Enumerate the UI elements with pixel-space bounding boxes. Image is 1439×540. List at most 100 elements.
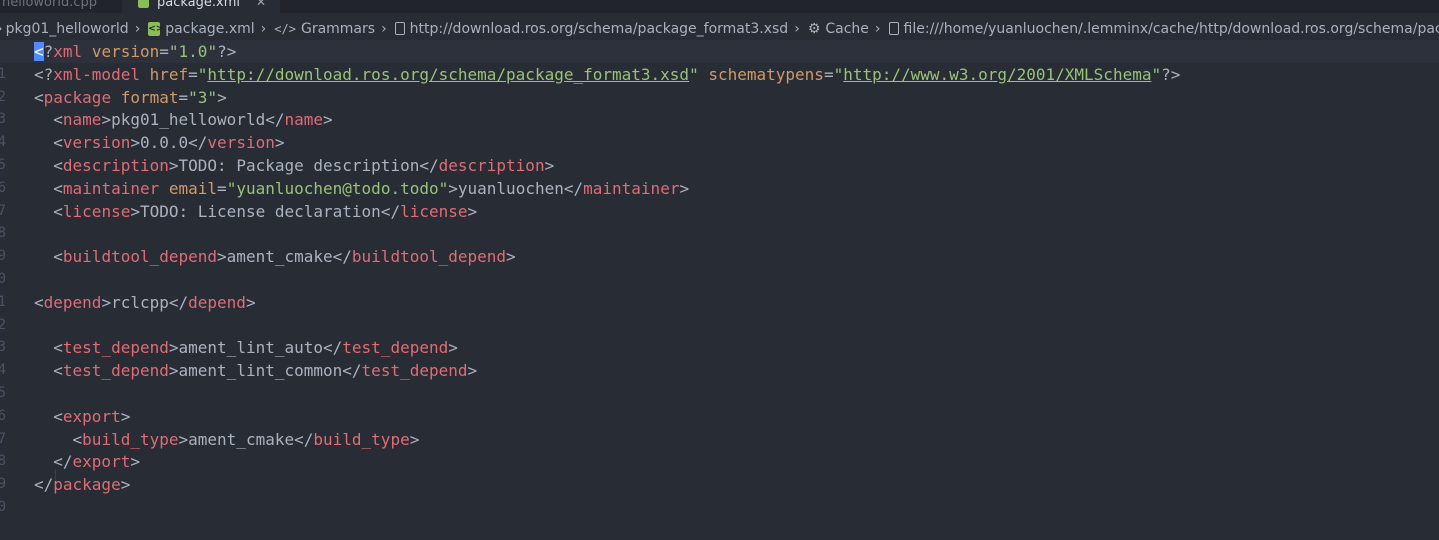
line-number: 4 [0, 362, 6, 379]
code-token: ?> [1161, 64, 1181, 84]
tab-helloworld-cpp[interactable]: helloworld.cpp [0, 0, 122, 13]
code-token: 0.0.0 [139, 133, 189, 153]
xml-file-icon: <> [148, 21, 164, 36]
chevron-right-icon: › [0, 21, 3, 37]
code-token: = [217, 178, 227, 198]
code-token: version [91, 42, 160, 61]
line-content: <buildtool_depend>ament_cmake</buildtool… [34, 245, 515, 268]
breadcrumb-item-cache[interactable]: ⚙ Cache [808, 21, 869, 37]
line-number: 8 [0, 225, 6, 242]
code-line[interactable]: 7 <build_type>ament_cmake</build_type> [0, 428, 1439, 451]
code-token: < [34, 361, 63, 381]
code-token: > [467, 361, 478, 381]
code-token: ament_lint_common [178, 361, 343, 381]
code-line[interactable]: 2 [0, 314, 1439, 337]
code-line[interactable]: 0 [0, 268, 1439, 291]
close-icon[interactable]: ✕ [256, 0, 266, 13]
code-token: buildtool_depend [62, 247, 218, 267]
breadcrumb-item-schema-url[interactable]: http://download.ros.org/schema/package_f… [394, 21, 788, 37]
tab-bar: helloworld.cpp package.xml ✕ [0, 0, 1439, 13]
line-content: <maintainer email="yuanluochen@todo.todo… [34, 177, 689, 200]
code-token: > [448, 178, 458, 198]
code-token: schematypens [708, 64, 824, 84]
code-token: = [188, 64, 198, 84]
code-token: </ [380, 201, 401, 221]
code-token: xml-model [53, 64, 140, 84]
line-number: 2 [0, 88, 6, 105]
line-number: 1 [0, 65, 6, 82]
code-line[interactable]: <?xml version="1.0"?> [0, 40, 1439, 63]
tab-label: helloworld.cpp [2, 0, 97, 10]
code-token: http://www.w3.org/2001/XMLSchema [843, 64, 1152, 84]
breadcrumb-item-cache-file[interactable]: file:///home/yuanluochen/.lemminx/cache/… [888, 20, 1439, 37]
breadcrumb-item-folder[interactable]: pkg01_helloworld [6, 21, 129, 37]
code-token: description [438, 156, 545, 175]
breadcrumb-label: file:///home/yuanluochen/.lemminx/cache/… [903, 20, 1439, 37]
code-token: <? [34, 64, 54, 84]
code-token: < [34, 338, 63, 358]
code-line[interactable]: 3 <test_depend>ament_lint_auto</test_dep… [0, 336, 1439, 359]
code-line[interactable]: 9 <buildtool_depend>ament_cmake</buildto… [0, 245, 1439, 268]
chevron-right-icon: › [874, 20, 881, 37]
code-line[interactable]: 8 [0, 222, 1439, 245]
line-content: <package format="3"> [34, 86, 227, 109]
code-token: < [34, 406, 63, 426]
breadcrumb-item-file[interactable]: <> package.xml [148, 20, 255, 37]
code-line[interactable]: 2 <package format="3"> [0, 86, 1439, 109]
code-line[interactable]: 3 <name>pkg01_helloworld</name> [0, 108, 1439, 131]
line-content: <version>0.0.0</version> [34, 131, 284, 154]
code-token: export [72, 452, 131, 472]
code-token: > [679, 178, 690, 198]
code-line[interactable]: 4 <test_depend>ament_lint_common</test_d… [0, 359, 1439, 382]
code-line[interactable]: 1 <?xml-model href="http://download.ros.o… [0, 63, 1439, 86]
line-content: <test_depend>ament_lint_common</test_dep… [34, 359, 477, 382]
code-line[interactable]: 8 </export> [0, 450, 1439, 473]
code-line[interactable]: 5 [0, 382, 1439, 405]
breadcrumb-label: package.xml [165, 20, 255, 37]
breadcrumb: › pkg01_helloworld › <> package.xml › </… [0, 17, 1439, 40]
xml-file-icon [138, 0, 149, 8]
code-token: TODO: Package description [178, 156, 420, 175]
code-token: = [178, 87, 189, 107]
code-token: > [245, 292, 256, 312]
line-content: <depend>rclcpp</depend> [34, 291, 256, 314]
breadcrumb-item-grammars[interactable]: </> Grammars [274, 21, 375, 37]
code-token: < [34, 201, 63, 221]
code-token: href [149, 64, 189, 84]
chevron-right-icon: › [134, 20, 141, 37]
line-number: 6 [0, 407, 6, 424]
code-editor[interactable]: <?xml version="1.0"?> 1 <?xml-model href="… [0, 40, 1439, 540]
code-token: > [217, 87, 227, 107]
code-token: name [284, 110, 323, 130]
code-token: depend [188, 292, 246, 312]
code-token: < [34, 292, 44, 312]
code-line[interactable]: 7 <license>TODO: License declaration</li… [0, 200, 1439, 223]
code-line[interactable]: 1 <depend>rclcpp</depend> [0, 291, 1439, 314]
breadcrumb-label: Grammars [300, 20, 376, 37]
code-line[interactable]: 6 <maintainer email="yuanluochen@todo.to… [0, 177, 1439, 200]
code-token: </ [419, 156, 439, 175]
code-line[interactable]: 6 <export> [0, 405, 1439, 428]
code-token: format [120, 87, 179, 107]
code-line[interactable]: 0 [0, 496, 1439, 519]
code-token: < [34, 247, 63, 267]
code-token: "1.0" [168, 42, 218, 61]
code-line[interactable]: 9 </package> [0, 473, 1439, 496]
tab-package-xml[interactable]: package.xml ✕ [122, 0, 280, 13]
code-line[interactable]: 4 <version>0.0.0</version> [0, 131, 1439, 154]
file-icon [888, 22, 899, 35]
line-number: 8 [0, 453, 6, 470]
line-content: <description>TODO: Package description</… [34, 154, 554, 177]
code-line[interactable]: 5 <description>TODO: Package description… [0, 154, 1439, 177]
code-token: > [120, 475, 131, 495]
code-token: </ [265, 110, 285, 130]
code-token: version [207, 133, 275, 153]
chevron-right-icon: › [381, 20, 387, 37]
code-token: > [168, 361, 179, 381]
code-token: ament_cmake [188, 429, 295, 449]
code-token: > [217, 247, 227, 267]
line-number: 2 [0, 316, 6, 333]
